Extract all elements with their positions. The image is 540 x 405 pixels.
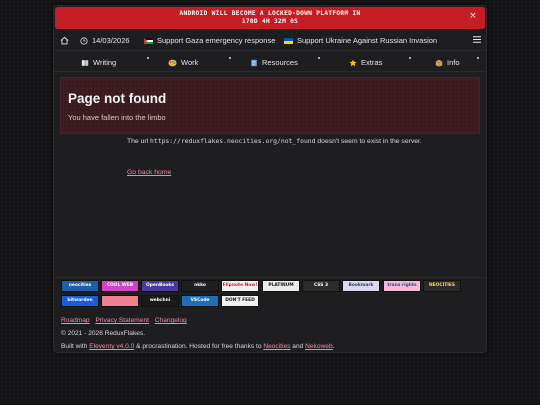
css3-badge[interactable]: CSS 3 xyxy=(302,280,340,292)
home-icon[interactable] xyxy=(60,36,69,45)
alert-text-line1: ANDROID WILL BECOME A LOCKED-DOWN PLATFO… xyxy=(179,10,361,17)
message-suffix: doesn't seem to exist in the server. xyxy=(315,138,422,145)
nav-separator xyxy=(147,57,149,59)
notebook-icon xyxy=(251,59,257,66)
error-banner: Page not found You have fallen into the … xyxy=(60,77,480,134)
eleventy-link[interactable]: Eleventy v4.0.0 xyxy=(89,343,134,350)
error-message: The url https://reduxflakes.neocities.or… xyxy=(127,136,427,147)
nkko-badge[interactable]: nkko xyxy=(181,280,219,292)
nav-tab-label: Work xyxy=(181,58,199,67)
roadmap-link[interactable]: Roadmap xyxy=(61,317,90,324)
date-item: 14/03/2026 xyxy=(80,36,130,45)
neocities-diner-badge[interactable]: NEOCITIES xyxy=(423,280,461,292)
book-icon xyxy=(81,59,89,66)
nav-tab-label: Info xyxy=(447,58,460,67)
ukraine-link-label: Support Ukraine Against Russian Invasion xyxy=(297,36,438,45)
nav-separator xyxy=(318,57,320,59)
main-nav: Writing Work Resources Extras Info xyxy=(54,52,486,72)
nav-tab-resources[interactable]: Resources xyxy=(250,58,298,67)
flipnote-badge[interactable]: Flipnote Now! xyxy=(221,280,259,292)
nekoweb-link[interactable]: Nekoweb xyxy=(305,343,333,350)
close-icon[interactable]: × xyxy=(469,12,477,21)
built-with-and: and xyxy=(290,343,306,350)
go-back-home-link[interactable]: Go back home xyxy=(127,169,171,176)
ukraine-flag-icon xyxy=(284,37,293,44)
trans-rights-badge[interactable]: trans rights xyxy=(383,280,421,292)
top-bar: 14/03/2026 Support Gaza emergency respon… xyxy=(54,31,486,51)
palestine-flag-icon xyxy=(144,37,153,44)
requested-url: https://reduxflakes.neocities.org/not_fo… xyxy=(150,137,316,145)
cool-web-badge[interactable]: COOL WEB xyxy=(101,280,139,292)
neocities-badge[interactable]: neocities xyxy=(61,280,99,292)
message-prefix: The url xyxy=(127,138,151,145)
clock-icon xyxy=(80,36,88,45)
nav-tab-label: Resources xyxy=(262,58,298,67)
platinum-badge[interactable]: PLATINUM xyxy=(262,280,300,292)
changelog-link[interactable]: Changelog xyxy=(155,317,187,324)
ukraine-link[interactable]: Support Ukraine Against Russian Invasion xyxy=(284,36,437,45)
star-icon xyxy=(349,58,357,66)
neocities-link[interactable]: Neocities xyxy=(263,343,290,350)
nav-separator xyxy=(409,57,411,59)
openbooks-badge[interactable]: OpenBooks xyxy=(141,280,179,292)
page-subtitle: You have fallen into the limbo xyxy=(68,113,166,122)
nav-separator xyxy=(229,57,231,59)
dont-feed-badge[interactable]: DON'T FEED xyxy=(221,295,259,307)
page-frame: ANDROID WILL BECOME A LOCKED-DOWN PLATFO… xyxy=(53,5,487,353)
menu-icon[interactable] xyxy=(473,36,481,43)
footer-divider xyxy=(54,277,486,278)
nav-separator xyxy=(477,57,479,59)
vscode-badge[interactable]: VSCode xyxy=(181,295,219,307)
date-text: 14/03/2026 xyxy=(92,36,130,45)
nav-tab-work[interactable]: Work xyxy=(168,58,198,67)
built-with-middle: & procrastination. Hosted for free thank… xyxy=(134,343,264,350)
palette-icon xyxy=(168,59,177,66)
nav-tab-info[interactable]: Info xyxy=(435,58,460,67)
footer-links: Roadmap Privacy Statement Changelog xyxy=(61,317,191,324)
nav-tab-label: Writing xyxy=(93,58,117,67)
bitwarden-badge[interactable]: bitwarden xyxy=(61,295,99,307)
nav-tab-label: Extras xyxy=(361,58,383,67)
nav-tab-writing[interactable]: Writing xyxy=(81,58,116,67)
nav-tab-extras[interactable]: Extras xyxy=(349,58,382,67)
gaza-link-label: Support Gaza emergency response xyxy=(157,36,276,45)
page-title: Page not found xyxy=(68,91,167,106)
built-with-end: . xyxy=(332,343,335,350)
built-with-prefix: Built with xyxy=(61,343,90,350)
pride-badge[interactable] xyxy=(101,295,139,307)
box-icon xyxy=(435,59,443,67)
copyright-text: © 2021 - 2026 ReduxFlakes. xyxy=(61,330,146,337)
alert-text-line2: 170D 4H 32M 0S xyxy=(241,18,299,25)
countdown-alert: ANDROID WILL BECOME A LOCKED-DOWN PLATFO… xyxy=(55,7,485,29)
privacy-statement-link[interactable]: Privacy Statement xyxy=(95,317,149,324)
webchni-badge[interactable]: webchni xyxy=(141,295,179,307)
bookmark-badge[interactable]: Bookmark xyxy=(342,280,380,292)
gaza-link[interactable]: Support Gaza emergency response xyxy=(144,36,275,45)
built-with-text: Built with Eleventy v4.0.0 & procrastina… xyxy=(61,343,334,350)
